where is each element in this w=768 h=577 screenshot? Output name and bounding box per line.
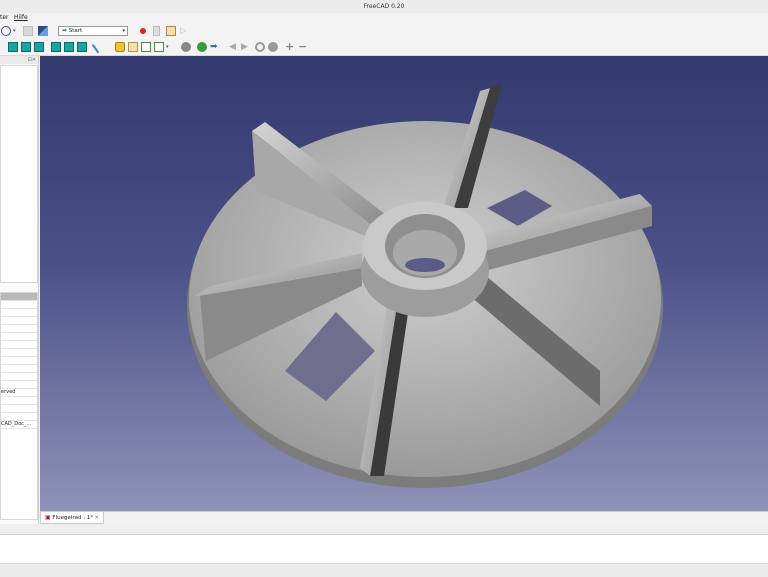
status-bar xyxy=(0,563,768,577)
property-row[interactable] xyxy=(1,325,37,333)
title-bar: FreeCAD 0.20 xyxy=(0,0,768,14)
group-icon[interactable] xyxy=(128,42,138,52)
refresh-icon[interactable] xyxy=(23,26,33,36)
menu-item-partial[interactable]: ter xyxy=(0,13,9,23)
undo-dropdown-icon[interactable]: ▾ xyxy=(13,26,17,36)
front-view-icon[interactable] xyxy=(51,42,61,52)
whats-this-icon[interactable] xyxy=(38,26,48,36)
menu-item-help[interactable]: Hilfe xyxy=(14,13,28,23)
link-dropdown-icon[interactable]: ▾ xyxy=(166,42,170,52)
property-row[interactable] xyxy=(1,349,37,357)
property-view: erved CAD_Doc_... xyxy=(0,292,38,520)
document-icon: ▣ xyxy=(45,514,51,521)
impeller-model[interactable] xyxy=(40,56,768,511)
property-row-value[interactable]: erved xyxy=(1,389,37,397)
menu-bar: ter Hilfe xyxy=(0,13,768,23)
property-row[interactable] xyxy=(1,301,37,309)
property-row[interactable] xyxy=(1,309,37,317)
combo-view-header: ⊡✕ xyxy=(0,56,38,64)
property-row[interactable] xyxy=(1,373,37,381)
property-row[interactable] xyxy=(1,357,37,365)
right-view-icon[interactable] xyxy=(77,42,87,52)
property-row[interactable] xyxy=(1,381,37,389)
stop-icon[interactable] xyxy=(268,42,278,52)
measure-distance-icon[interactable] xyxy=(91,40,105,54)
isometric-view-icon[interactable] xyxy=(34,42,44,52)
workbench-selected: Start xyxy=(68,28,83,34)
window-title: FreeCAD 0.20 xyxy=(363,3,405,10)
stop-macro-icon[interactable] xyxy=(153,26,160,36)
zoom-in-icon[interactable]: + xyxy=(285,41,295,52)
arrow-right-icon[interactable]: ➡ xyxy=(210,42,220,52)
back-icon[interactable]: ◀ xyxy=(229,42,239,52)
property-row[interactable] xyxy=(1,317,37,325)
zoom-out-icon[interactable]: − xyxy=(298,41,308,52)
arrow-right-icon: ➡ xyxy=(62,27,68,34)
file-toolbar: ▾ ➡ Start ▾ ▷ xyxy=(0,23,768,39)
refresh-icon[interactable] xyxy=(255,42,265,52)
combo-view: ⊡✕ erved CAD_Doc_... xyxy=(0,56,39,524)
fit-all-icon[interactable] xyxy=(8,42,18,52)
property-header-row xyxy=(1,293,37,301)
link-actions-icon[interactable] xyxy=(154,42,164,52)
workbench-selector[interactable]: ➡ Start ▾ xyxy=(58,26,128,36)
property-row[interactable] xyxy=(1,405,37,413)
property-row[interactable] xyxy=(1,333,37,341)
execute-macro-icon[interactable]: ▷ xyxy=(180,26,187,36)
panel-float-close-icon[interactable]: ⊡✕ xyxy=(28,56,36,64)
chevron-down-icon: ▾ xyxy=(122,28,125,34)
undo-icon[interactable] xyxy=(1,26,11,36)
property-row-value[interactable]: CAD_Doc_... xyxy=(1,421,37,429)
document-tab-label: Fluegelrad : 1* xyxy=(52,515,94,521)
edit-macro-icon[interactable] xyxy=(166,26,176,36)
model-tree[interactable] xyxy=(0,65,38,283)
property-row[interactable] xyxy=(1,365,37,373)
property-row[interactable] xyxy=(1,397,37,405)
property-row[interactable] xyxy=(1,413,37,421)
navigation-style-icon[interactable] xyxy=(181,42,191,52)
fit-selection-icon[interactable] xyxy=(21,42,31,52)
report-view xyxy=(0,534,768,563)
3d-viewport[interactable] xyxy=(40,56,768,511)
document-tab[interactable]: ▣ Fluegelrad : 1* ✕ xyxy=(40,512,104,524)
property-row[interactable] xyxy=(1,341,37,349)
forward-icon[interactable]: ▶ xyxy=(241,42,251,52)
close-icon[interactable]: ✕ xyxy=(94,512,99,524)
globe-icon[interactable] xyxy=(197,42,207,52)
record-macro-icon[interactable] xyxy=(140,28,146,34)
document-tab-bar: ▣ Fluegelrad : 1* ✕ xyxy=(40,511,768,525)
top-view-icon[interactable] xyxy=(64,42,74,52)
link-icon[interactable] xyxy=(141,42,151,52)
hub-bore-hole xyxy=(405,258,445,272)
part-icon[interactable] xyxy=(115,42,125,52)
view-toolbar: ▾ ➡ ◀ ▶ + − xyxy=(0,39,768,56)
